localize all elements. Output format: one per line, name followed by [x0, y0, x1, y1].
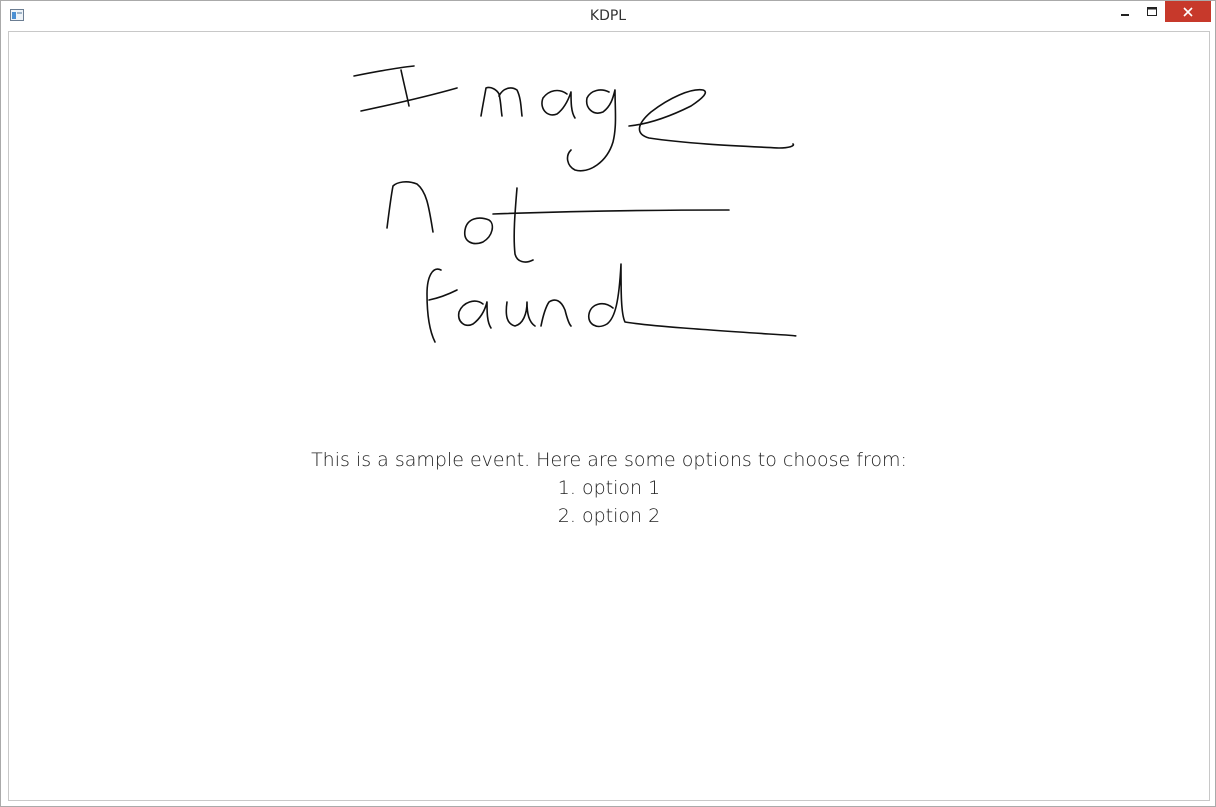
title-bar[interactable]: KDPL — [1, 1, 1215, 31]
option-2[interactable]: 2. option 2 — [9, 502, 1209, 530]
minimize-icon — [1121, 13, 1129, 16]
close-button[interactable] — [1165, 1, 1211, 22]
event-text: This is a sample event. Here are some op… — [9, 446, 1209, 530]
option-1[interactable]: 1. option 1 — [9, 474, 1209, 502]
event-prompt: This is a sample event. Here are some op… — [311, 449, 907, 471]
app-window: KDPL This is a sample event. Here are so… — [0, 0, 1216, 807]
window-title: KDPL — [589, 8, 627, 24]
maximize-icon — [1146, 6, 1157, 16]
image-not-found-drawing — [353, 65, 797, 343]
close-icon — [1183, 6, 1193, 17]
minimize-button[interactable] — [1112, 1, 1138, 22]
event-panel: This is a sample event. Here are some op… — [8, 31, 1210, 801]
maximize-button[interactable] — [1138, 1, 1165, 22]
